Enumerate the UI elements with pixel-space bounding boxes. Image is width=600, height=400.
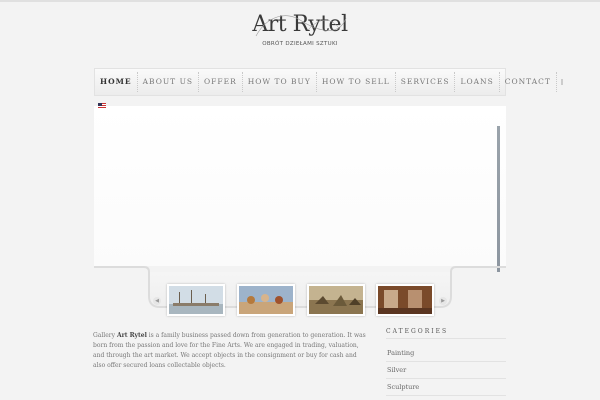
intro-prefix: Gallery xyxy=(93,332,117,339)
nav-item-about-us[interactable]: ABOUT US xyxy=(138,72,200,92)
figures-painting-icon xyxy=(239,286,293,314)
nav-item-home[interactable]: HOME xyxy=(95,72,138,92)
thumbnail-4[interactable] xyxy=(376,284,434,316)
category-sculpture[interactable]: Sculpture xyxy=(387,383,419,391)
nav-item-how-to-sell[interactable]: HOW TO SELL xyxy=(317,72,396,92)
intro-text: Gallery Art Rytel is a family business p… xyxy=(93,331,368,371)
top-border xyxy=(0,0,600,2)
prev-arrow-icon[interactable]: ◀ xyxy=(153,297,161,305)
categories-divider xyxy=(386,338,506,339)
intro-brand: Art Rytel xyxy=(116,332,147,339)
nav-item-loans[interactable]: LOANS xyxy=(455,72,500,92)
harbor-painting-icon xyxy=(169,286,223,314)
featured-slider xyxy=(94,106,506,266)
category-divider xyxy=(386,395,506,396)
next-arrow-icon[interactable]: ▶ xyxy=(439,297,447,305)
main-navigation: HOME ABOUT US OFFER HOW TO BUY HOW TO SE… xyxy=(94,68,563,96)
nav-item-offer[interactable]: OFFER xyxy=(199,72,243,92)
nav-item-how-to-buy[interactable]: HOW TO BUY xyxy=(243,72,317,92)
logo-swirl-icon xyxy=(255,15,347,37)
thumbnail-2[interactable] xyxy=(237,284,295,316)
battle-painting-icon xyxy=(309,286,363,314)
polish-flag-icon[interactable] xyxy=(560,79,563,85)
thumbnail-3[interactable] xyxy=(307,284,365,316)
category-divider xyxy=(386,378,506,379)
category-painting[interactable]: Painting xyxy=(387,349,414,357)
category-divider xyxy=(386,361,506,362)
interior-painting-icon xyxy=(378,286,432,314)
nav-item-contact[interactable]: CONTACT xyxy=(500,72,557,92)
us-flag-icon[interactable] xyxy=(98,103,106,108)
thumbnail-1[interactable] xyxy=(167,284,225,316)
categories-title: CATEGORIES xyxy=(386,328,449,335)
nav-item-services[interactable]: SERVICES xyxy=(396,72,456,92)
site-logo[interactable]: Art Rytel OBRÓT DZIEŁAMI SZTUKI xyxy=(248,10,352,54)
slide-image-edge xyxy=(497,126,500,272)
category-silver[interactable]: Silver xyxy=(387,366,406,374)
